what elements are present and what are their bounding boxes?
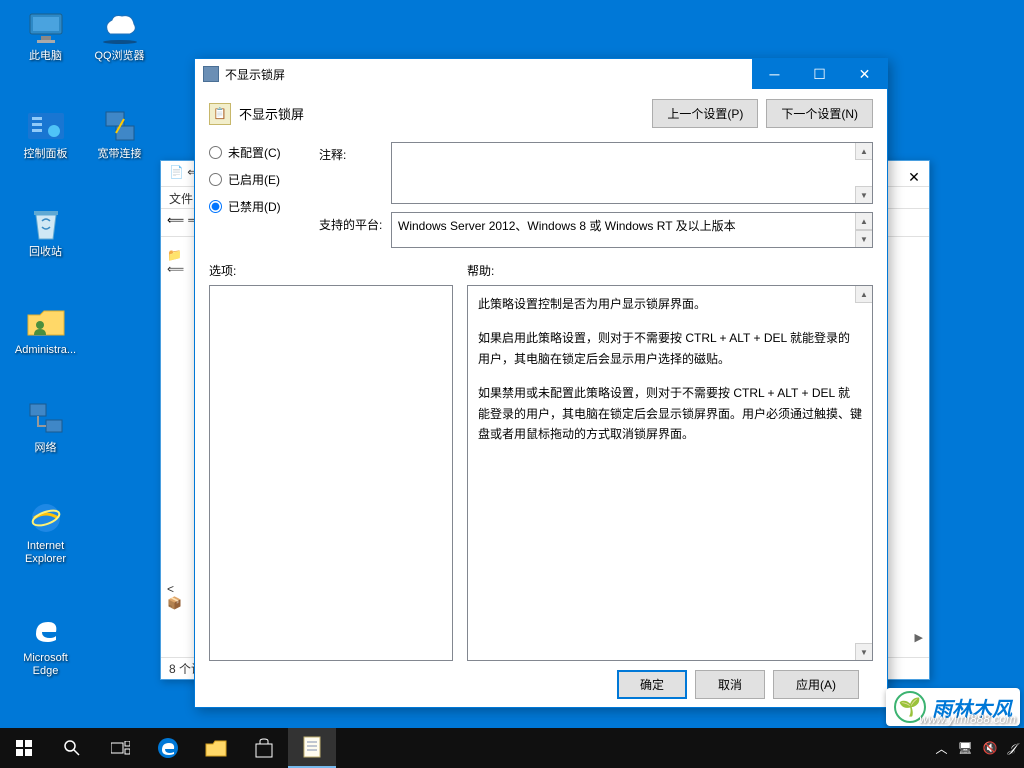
taskview-button[interactable] xyxy=(96,728,144,768)
watermark-url: www.ylmf888.com xyxy=(919,712,1016,726)
comment-field[interactable]: ▲ ▼ xyxy=(391,142,873,204)
help-pane: 此策略设置控制是否为用户显示锁屏界面。 如果启用此策略设置，则对于不需要按 CT… xyxy=(467,285,873,661)
scroll-down-icon[interactable]: ▼ xyxy=(855,230,872,247)
bg-sidebar: 📁 ⟸ < 📦 xyxy=(161,241,196,649)
qq-browser-icon xyxy=(100,8,140,48)
scroll-up-icon[interactable]: ▲ xyxy=(855,143,872,160)
help-label: 帮助: xyxy=(467,262,494,279)
desktop-icon-admin[interactable]: Administra... xyxy=(12,302,79,357)
comment-label: 注释: xyxy=(319,142,391,204)
system-tray[interactable]: ︿ 🖥 🔇 𝒥 xyxy=(936,740,1024,757)
search-button[interactable] xyxy=(48,728,96,768)
options-pane[interactable] xyxy=(209,285,453,661)
taskbar-notepad[interactable] xyxy=(288,728,336,768)
tray-ime-icon[interactable]: 𝒥 xyxy=(1008,741,1016,756)
radio-enabled[interactable]: 已启用(E) xyxy=(209,171,319,188)
radio-label: 已禁用(D) xyxy=(228,198,281,215)
policy-icon: 📋 xyxy=(209,103,231,125)
scroll-down-icon[interactable]: ▼ xyxy=(855,186,872,203)
minimize-button[interactable]: ─ xyxy=(752,59,797,89)
icon-label: Internet Explorer xyxy=(12,540,79,566)
taskbar-explorer[interactable] xyxy=(192,728,240,768)
folder-user-icon xyxy=(26,302,66,342)
recycle-bin-icon xyxy=(26,204,66,244)
desktop-icon-broadband[interactable]: 宽带连接 xyxy=(86,106,153,161)
close-button[interactable]: ✕ xyxy=(842,59,887,89)
help-text: 如果启用此策略设置，则对于不需要按 CTRL + ALT + DEL 就能登录的… xyxy=(478,328,862,369)
icon-label: Administra... xyxy=(15,344,76,357)
policy-dialog: 不显示锁屏 ─ ☐ ✕ 📋 不显示锁屏 上一个设置(P) 下一个设置(N) 未配… xyxy=(194,58,888,708)
icon-label: QQ浏览器 xyxy=(94,50,144,63)
taskbar: ︿ 🖥 🔇 𝒥 xyxy=(0,728,1024,768)
help-text: 如果禁用或未配置此策略设置，则对于不需要按 CTRL + ALT + DEL 就… xyxy=(478,383,862,444)
icon-label: Microsoft Edge xyxy=(12,652,79,678)
next-setting-button[interactable]: 下一个设置(N) xyxy=(766,99,873,128)
ok-button[interactable]: 确定 xyxy=(617,670,687,699)
help-text: 此策略设置控制是否为用户显示锁屏界面。 xyxy=(478,294,862,314)
icon-label: 控制面板 xyxy=(24,148,68,161)
icon-label: 回收站 xyxy=(29,246,62,259)
taskbar-edge[interactable] xyxy=(144,728,192,768)
computer-icon xyxy=(26,8,66,48)
icon-label: 网络 xyxy=(35,442,57,455)
network-icon xyxy=(26,400,66,440)
dialog-icon xyxy=(203,66,219,82)
tray-volume-icon[interactable]: 🔇 xyxy=(983,741,998,755)
broadband-icon xyxy=(100,106,140,146)
dialog-titlebar[interactable]: 不显示锁屏 ─ ☐ ✕ xyxy=(195,59,887,89)
platform-label: 支持的平台: xyxy=(319,212,391,248)
apply-button[interactable]: 应用(A) xyxy=(773,670,859,699)
taskbar-store[interactable] xyxy=(240,728,288,768)
desktop-icon-ie[interactable]: Internet Explorer xyxy=(12,498,79,566)
scroll-up-icon[interactable]: ▲ xyxy=(855,286,872,303)
tray-network-icon[interactable]: 🖥 xyxy=(958,741,973,755)
cancel-button[interactable]: 取消 xyxy=(695,670,765,699)
scroll-up-icon[interactable]: ▲ xyxy=(855,213,872,230)
scroll-down-icon[interactable]: ▼ xyxy=(855,643,872,660)
close-icon[interactable]: ✕ xyxy=(899,169,929,191)
radio-group: 未配置(C) 已启用(E) 已禁用(D) xyxy=(209,142,319,225)
desktop-icon-network[interactable]: 网络 xyxy=(12,400,79,455)
start-button[interactable] xyxy=(0,728,48,768)
desktop-icon-recycle-bin[interactable]: 回收站 xyxy=(12,204,79,259)
prev-setting-button[interactable]: 上一个设置(P) xyxy=(652,99,758,128)
radio-disabled[interactable]: 已禁用(D) xyxy=(209,198,319,215)
policy-title: 不显示锁屏 xyxy=(239,104,644,123)
platform-field: Windows Server 2012、Windows 8 或 Windows … xyxy=(391,212,873,248)
radio-label: 未配置(C) xyxy=(228,144,281,161)
platform-text: Windows Server 2012、Windows 8 或 Windows … xyxy=(392,213,872,238)
icon-label: 宽带连接 xyxy=(98,148,142,161)
radio-unconfigured[interactable]: 未配置(C) xyxy=(209,144,319,161)
maximize-button[interactable]: ☐ xyxy=(797,59,842,89)
edge-icon xyxy=(26,610,66,650)
desktop-icon-this-pc[interactable]: 此电脑 xyxy=(12,8,79,63)
icon-label: 此电脑 xyxy=(29,50,62,63)
tray-chevron-icon[interactable]: ︿ xyxy=(936,740,948,757)
desktop-icon-edge[interactable]: Microsoft Edge xyxy=(12,610,79,678)
dialog-title: 不显示锁屏 xyxy=(225,66,752,83)
radio-label: 已启用(E) xyxy=(228,171,280,188)
desktop-icon-control-panel[interactable]: 控制面板 xyxy=(12,106,79,161)
ie-icon xyxy=(26,498,66,538)
control-panel-icon xyxy=(26,106,66,146)
desktop-icon-qq-browser[interactable]: QQ浏览器 xyxy=(86,8,153,63)
options-label: 选项: xyxy=(209,262,467,279)
